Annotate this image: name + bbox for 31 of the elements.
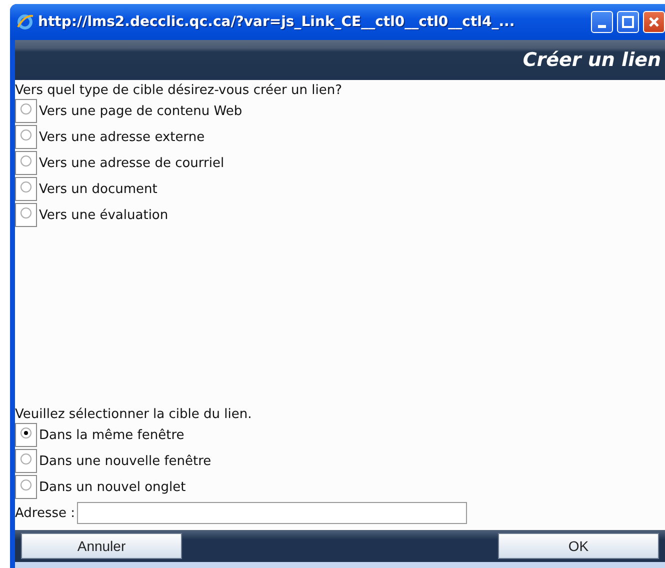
radio-label: Vers une adresse de courriel <box>39 156 224 170</box>
radio-button[interactable] <box>20 427 32 439</box>
radio-button[interactable] <box>20 181 32 193</box>
address-field[interactable] <box>77 502 468 524</box>
cancel-button[interactable]: Annuler <box>21 533 182 559</box>
radio-button[interactable] <box>20 207 32 219</box>
browser-icon <box>16 13 34 31</box>
dialog-title: Créer un lien <box>522 49 661 71</box>
radio-button[interactable] <box>20 479 32 491</box>
radio-label: Dans un nouvel onglet <box>39 480 186 494</box>
question-text: Veuillez sélectionner la cible du lien. <box>15 407 253 422</box>
close-icon <box>648 16 660 28</box>
maximize-button[interactable] <box>617 11 639 33</box>
question-text: Vers quel type de cible désirez-vous créer un lien? <box>15 83 343 98</box>
radio-label: Vers une page de contenu Web <box>39 104 242 118</box>
radio-button[interactable] <box>20 155 32 167</box>
radio-label: Vers un document <box>39 182 158 196</box>
minimize-icon <box>598 24 606 28</box>
radio-button[interactable] <box>20 453 32 465</box>
address-label: Adresse : <box>15 506 76 520</box>
minimize-button[interactable] <box>591 11 613 33</box>
radio-button[interactable] <box>20 103 32 115</box>
maximize-icon <box>622 16 634 28</box>
radio-label: Vers une évaluation <box>39 208 168 222</box>
ok-button[interactable]: OK <box>498 533 659 559</box>
radio-label: Dans la même fenêtre <box>39 428 184 442</box>
radio-label: Vers une adresse externe <box>39 130 205 144</box>
close-button[interactable] <box>643 11 665 33</box>
radio-button[interactable] <box>20 129 32 141</box>
window-title: http://lms2.decclic.qc.ca/?var=js_Link_CE__ctl0__ctl0__ctl4_... <box>38 14 516 30</box>
radio-label: Dans une nouvelle fenêtre <box>39 454 212 468</box>
